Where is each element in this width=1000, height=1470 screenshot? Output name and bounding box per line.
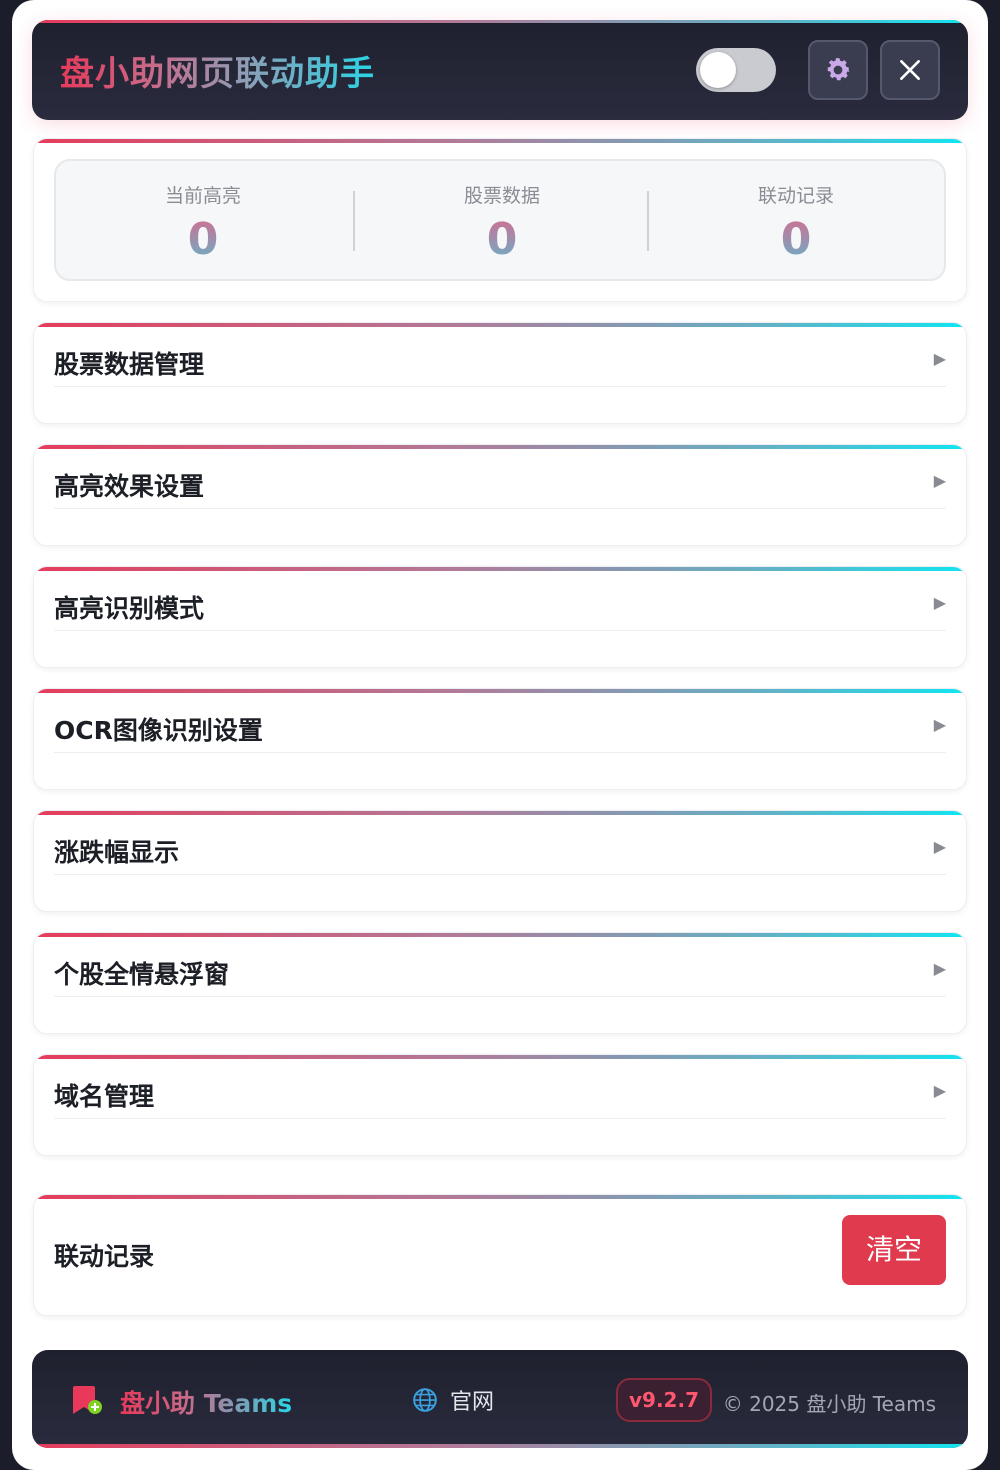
version-badge: v9.2.7 bbox=[616, 1378, 712, 1422]
official-site-label: 官网 bbox=[450, 1390, 495, 1415]
stat-stock-data: 股票数据 0 bbox=[355, 161, 649, 279]
stat-label: 联动记录 bbox=[757, 185, 834, 207]
section-divider bbox=[54, 752, 946, 753]
card-accent-line bbox=[34, 445, 966, 449]
close-icon bbox=[900, 60, 920, 80]
link-log-title: 联动记录 bbox=[54, 1242, 155, 1271]
settings-button[interactable] bbox=[808, 40, 868, 100]
card-accent-line bbox=[34, 567, 966, 571]
footer: 盘小助 Teams 官网 v9.2.7 © 2025 盘小助 Teams bbox=[32, 1350, 968, 1448]
section-title: 股票数据管理 bbox=[54, 350, 205, 379]
section-domain-management[interactable]: 域名管理 ▶ bbox=[33, 1054, 967, 1156]
app-title: 盘小助网页联动助手 bbox=[60, 46, 375, 95]
stat-link-log: 联动记录 0 bbox=[649, 161, 943, 279]
stat-value: 0 bbox=[56, 214, 350, 266]
expand-arrow-icon[interactable]: ▶ bbox=[934, 349, 946, 368]
section-title: 高亮识别模式 bbox=[54, 594, 205, 623]
stats-card: 当前高亮 0 股票数据 0 联动记录 0 bbox=[33, 138, 967, 302]
section-highlight-effect[interactable]: 高亮效果设置 ▶ bbox=[33, 444, 967, 546]
official-site-link[interactable]: 官网 bbox=[412, 1384, 494, 1416]
clear-button[interactable]: 清空 bbox=[842, 1215, 946, 1285]
header: 盘小助网页联动助手 bbox=[32, 20, 968, 120]
card-accent-line bbox=[34, 1055, 966, 1059]
gear-icon bbox=[827, 58, 850, 81]
section-title: OCR图像识别设置 bbox=[54, 716, 263, 745]
expand-arrow-icon[interactable]: ▶ bbox=[934, 715, 946, 734]
stat-label: 股票数据 bbox=[463, 185, 540, 207]
section-stock-float-window[interactable]: 个股全情悬浮窗 ▶ bbox=[33, 932, 967, 1034]
expand-arrow-icon[interactable]: ▶ bbox=[934, 959, 946, 978]
card-accent-line bbox=[34, 1195, 966, 1199]
footer-accent-line bbox=[32, 1444, 968, 1448]
card-accent-line bbox=[34, 689, 966, 693]
section-divider bbox=[54, 1118, 946, 1119]
card-accent-line bbox=[34, 139, 966, 143]
toggle-knob bbox=[700, 52, 736, 88]
section-change-display[interactable]: 涨跌幅显示 ▶ bbox=[33, 810, 967, 912]
expand-arrow-icon[interactable]: ▶ bbox=[934, 593, 946, 612]
expand-arrow-icon[interactable]: ▶ bbox=[934, 837, 946, 856]
card-accent-line bbox=[34, 323, 966, 327]
assistant-panel: 盘小助网页联动助手 当前高亮 0 股票数据 0 联动记录 0 股票数据管理 ▶ … bbox=[12, 0, 988, 1470]
header-accent-line bbox=[32, 20, 968, 23]
section-stock-data-management[interactable]: 股票数据管理 ▶ bbox=[33, 322, 967, 424]
section-divider bbox=[54, 996, 946, 997]
close-button[interactable] bbox=[880, 40, 940, 100]
section-title: 域名管理 bbox=[54, 1082, 155, 1111]
enable-toggle[interactable] bbox=[696, 48, 776, 92]
section-title: 涨跌幅显示 bbox=[54, 838, 180, 867]
section-divider bbox=[54, 630, 946, 631]
card-accent-line bbox=[34, 933, 966, 937]
section-title: 个股全情悬浮窗 bbox=[54, 960, 230, 989]
bookmark-plus-logo-icon bbox=[73, 1386, 102, 1414]
expand-arrow-icon[interactable]: ▶ bbox=[934, 1081, 946, 1100]
stat-label: 当前高亮 bbox=[164, 185, 241, 207]
section-divider bbox=[54, 508, 946, 509]
section-highlight-mode[interactable]: 高亮识别模式 ▶ bbox=[33, 566, 967, 668]
section-ocr-settings[interactable]: OCR图像识别设置 ▶ bbox=[33, 688, 967, 790]
stat-current-highlight: 当前高亮 0 bbox=[56, 161, 350, 279]
stats-box: 当前高亮 0 股票数据 0 联动记录 0 bbox=[54, 159, 946, 281]
globe-icon bbox=[413, 1388, 437, 1412]
expand-arrow-icon[interactable]: ▶ bbox=[934, 471, 946, 490]
stat-value: 0 bbox=[355, 214, 649, 266]
link-log-card: 联动记录 清空 bbox=[33, 1194, 967, 1316]
card-accent-line bbox=[34, 811, 966, 815]
stat-value: 0 bbox=[649, 214, 943, 266]
copyright-text: © 2025 盘小助 Teams bbox=[722, 1392, 936, 1416]
section-title: 高亮效果设置 bbox=[54, 472, 205, 501]
section-divider bbox=[54, 874, 946, 875]
footer-brand: 盘小助 Teams bbox=[120, 1384, 292, 1420]
section-divider bbox=[54, 386, 946, 387]
